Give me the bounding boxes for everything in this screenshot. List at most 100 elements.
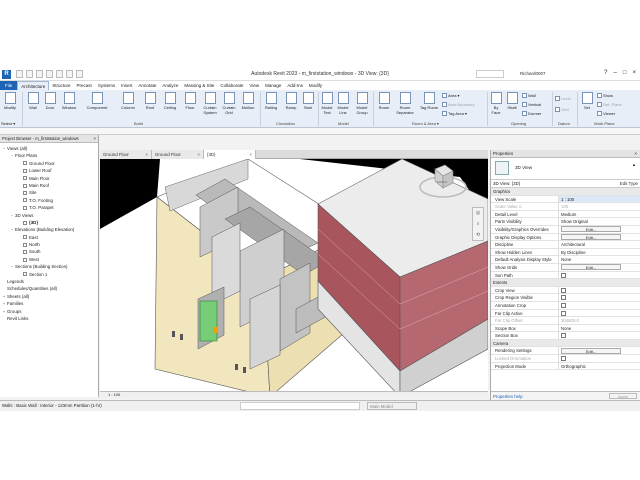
property-value[interactable] xyxy=(559,310,640,317)
search-input[interactable] xyxy=(476,70,504,78)
property-row[interactable]: Default Analysis Display Style None xyxy=(491,256,640,264)
property-row[interactable]: Show Hidden Lines By Discipline xyxy=(491,248,640,257)
property-value[interactable]: Architectural xyxy=(559,241,640,248)
property-value[interactable]: Medium xyxy=(559,211,640,218)
window-button[interactable]: Window xyxy=(59,92,79,110)
view-tab-ground-floor[interactable]: Ground Floor × xyxy=(100,150,152,159)
tab-architecture[interactable]: Architecture xyxy=(17,81,50,90)
expand-icon[interactable]: + xyxy=(2,300,6,307)
tab-structure[interactable]: Structure xyxy=(49,81,73,90)
door-button[interactable]: Door xyxy=(42,92,58,110)
close-icon[interactable]: × xyxy=(197,150,200,159)
tab-insert[interactable]: Insert xyxy=(118,81,135,90)
property-row[interactable]: Parts Visibility Show Original xyxy=(491,218,640,226)
grid-button[interactable]: Grid xyxy=(555,107,569,112)
tree-node[interactable]: Revit Links xyxy=(0,315,98,322)
scroll-up-icon[interactable]: ▲ xyxy=(632,162,636,167)
worksets-field[interactable] xyxy=(240,402,360,410)
tab-file[interactable]: File xyxy=(0,81,18,90)
property-row[interactable]: Detail Level Medium xyxy=(491,210,640,219)
property-group[interactable]: Extents xyxy=(491,279,640,287)
drawing-canvas[interactable]: FRONT ◎ ⌕ ⟲ xyxy=(100,159,488,397)
property-checkbox[interactable] xyxy=(561,310,566,316)
close-icon[interactable]: × xyxy=(249,150,252,159)
ramp-button[interactable]: Ramp xyxy=(283,92,299,110)
property-value[interactable]: Orthographic xyxy=(559,363,640,370)
property-row[interactable]: Rendering Settings Edit... xyxy=(491,347,640,356)
tree-node[interactable]: Schedules/Quantities (all) xyxy=(0,285,98,292)
modify-button[interactable]: Modify xyxy=(2,92,18,110)
property-row[interactable]: Crop Region Visible xyxy=(491,294,640,302)
tree-node[interactable]: Main Roof xyxy=(0,182,98,189)
close-icon[interactable]: × xyxy=(634,150,637,158)
ceiling-button[interactable]: Ceiling xyxy=(160,92,180,110)
component-button[interactable]: Component xyxy=(83,92,111,110)
tab-massing-site[interactable]: Massing & Site xyxy=(181,81,217,90)
stair-button[interactable]: Stair xyxy=(300,92,316,110)
edit-button[interactable]: Edit... xyxy=(561,264,621,271)
property-row[interactable]: Discipline Architectural xyxy=(491,241,640,249)
column-button[interactable]: Column xyxy=(118,92,138,110)
property-value[interactable]: Show Original xyxy=(559,218,640,225)
tree-node[interactable]: − Views (all) xyxy=(0,145,98,152)
dormer-button[interactable]: Dormer xyxy=(522,111,541,116)
tag-room-button[interactable]: Tag Room xyxy=(419,92,439,110)
collapse-icon[interactable]: − xyxy=(10,263,14,270)
property-value[interactable] xyxy=(559,355,640,362)
collapse-icon[interactable]: − xyxy=(10,212,14,219)
minimize-button[interactable]: – xyxy=(614,70,617,76)
zoom-icon[interactable]: ⌕ xyxy=(477,221,480,227)
mullion-button[interactable]: Mullion xyxy=(238,92,258,110)
property-value[interactable] xyxy=(559,294,640,301)
tree-node[interactable]: − Floor Plans xyxy=(0,152,98,159)
collapse-icon[interactable]: − xyxy=(10,152,14,159)
select-dropdown[interactable]: Select ▾ xyxy=(1,121,21,126)
set-workplane-button[interactable]: Set xyxy=(580,92,594,110)
tree-node[interactable]: East xyxy=(0,234,98,241)
tab-analyze[interactable]: Analyze xyxy=(159,81,181,90)
property-row[interactable]: Far Clip Offset 304800.0 xyxy=(491,317,640,325)
property-group[interactable]: Graphics xyxy=(491,188,640,196)
edit-button[interactable]: Edit... xyxy=(561,347,621,354)
tree-node[interactable]: + Groups xyxy=(0,308,98,315)
property-value[interactable]: None xyxy=(559,325,640,332)
property-checkbox[interactable] xyxy=(561,295,566,301)
view-tab-ground-floor-2[interactable]: Ground Floor × xyxy=(152,150,204,159)
tree-node[interactable]: Section 1 xyxy=(0,271,98,278)
property-checkbox[interactable] xyxy=(561,356,566,362)
tree-node[interactable]: + Sheets (all) xyxy=(0,293,98,300)
wall-button[interactable]: Wall xyxy=(25,92,41,110)
close-icon[interactable]: × xyxy=(94,135,96,143)
room-button[interactable]: Room xyxy=(376,92,392,110)
property-row[interactable]: Sun Path xyxy=(491,271,640,280)
property-row[interactable]: View Scale 1 : 100 xyxy=(491,195,640,204)
tab-precast[interactable]: Precast xyxy=(74,81,95,90)
tree-node[interactable]: South xyxy=(0,248,98,255)
viewer-button[interactable]: Viewer xyxy=(597,111,615,116)
property-value[interactable] xyxy=(559,287,640,294)
property-value[interactable]: Edit... xyxy=(559,234,640,241)
property-value[interactable]: 1 : 100 xyxy=(559,195,640,203)
apply-button[interactable]: Apply xyxy=(609,393,637,399)
property-value[interactable]: 100 xyxy=(559,203,640,210)
level-button[interactable]: Level xyxy=(555,96,571,101)
property-checkbox[interactable] xyxy=(561,287,566,293)
tree-node[interactable]: Legends xyxy=(0,278,98,285)
property-row[interactable]: Annotation Crop xyxy=(491,301,640,310)
tree-node[interactable]: + Families xyxy=(0,300,98,307)
area-boundary-button[interactable]: Area Boundary xyxy=(442,102,475,107)
tab-view[interactable]: View xyxy=(246,81,262,90)
tree-node[interactable]: Lower Roof xyxy=(0,167,98,174)
ref-plane-button[interactable]: Ref. Plane xyxy=(597,102,622,107)
tree-node[interactable]: Site xyxy=(0,189,98,196)
tree-node[interactable]: − Sections (Building Section) xyxy=(0,263,98,270)
room-separator-button[interactable]: Room Separator xyxy=(393,92,417,115)
tree-node[interactable]: T.O. Parapet xyxy=(0,204,98,211)
property-checkbox[interactable] xyxy=(561,272,566,278)
property-row[interactable]: Scope Box None xyxy=(491,324,640,333)
property-row[interactable]: Graphic Display Options Edit... xyxy=(491,233,640,242)
shaft-button[interactable]: Shaft xyxy=(505,92,519,110)
tab-add-ins[interactable]: Add-Ins xyxy=(284,81,306,90)
property-value[interactable]: 304800.0 xyxy=(559,317,640,324)
property-checkbox[interactable] xyxy=(561,302,566,308)
